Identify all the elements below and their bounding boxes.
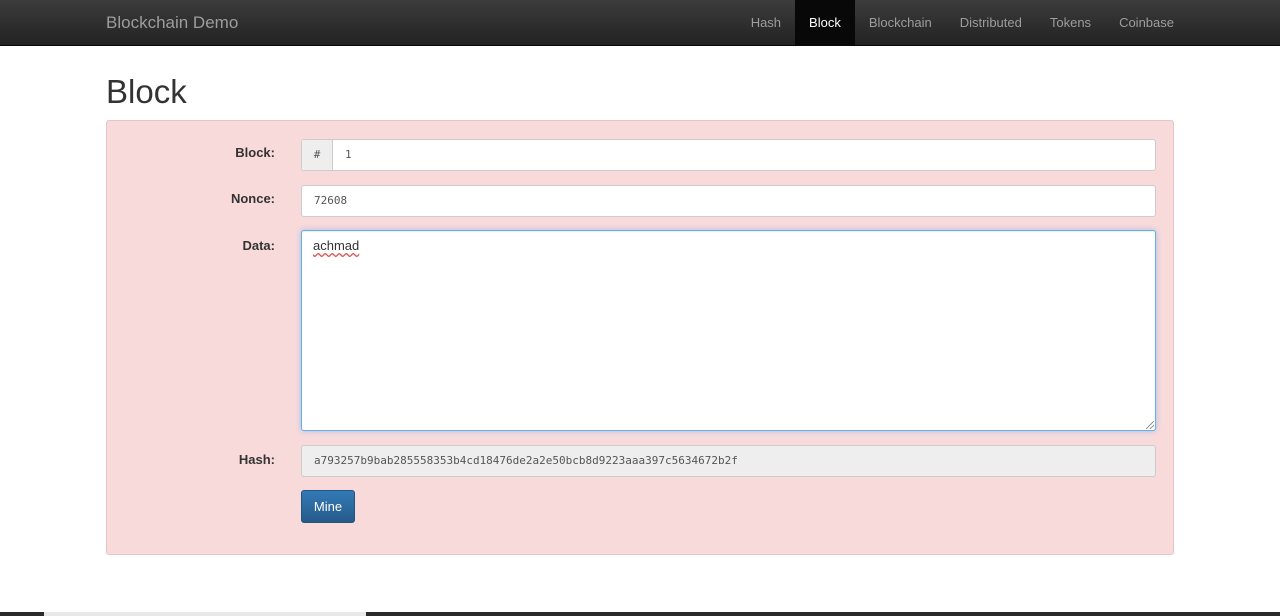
page-title: Block: [106, 73, 187, 110]
hash-label: Hash:: [238, 452, 275, 467]
data-text: achmad: [313, 238, 360, 253]
navbar-menu: Hash Block Blockchain Distributed Tokens…: [737, 0, 1188, 46]
mine-button[interactable]: Mine: [301, 490, 355, 523]
block-number-value: 1: [345, 148, 352, 161]
data-textarea[interactable]: achmad: [301, 230, 1156, 431]
block-panel: Block: # 1 Nonce: 72608 Data: achmad Has…: [106, 120, 1174, 555]
hash-value: a793257b9bab285558353b4cd18476de2a2e50bc…: [314, 454, 738, 467]
block-number-field[interactable]: # 1: [301, 139, 1156, 171]
navbar-brand[interactable]: Blockchain Demo: [106, 0, 238, 46]
nav-item-coinbase[interactable]: Coinbase: [1105, 0, 1188, 46]
nav-item-blockchain[interactable]: Blockchain: [855, 0, 946, 46]
nav-item-block[interactable]: Block: [795, 0, 855, 46]
nav-item-hash[interactable]: Hash: [737, 0, 795, 46]
bottom-taskbar-edge: [0, 612, 1280, 616]
nonce-label: Nonce:: [230, 191, 275, 206]
top-navbar: Blockchain Demo Hash Block Blockchain Di…: [0, 0, 1280, 46]
data-label: Data:: [242, 238, 275, 253]
nav-item-tokens[interactable]: Tokens: [1036, 0, 1105, 46]
nav-item-distributed[interactable]: Distributed: [946, 0, 1036, 46]
nonce-field[interactable]: 72608: [301, 185, 1156, 217]
block-hash-addon: #: [302, 140, 333, 170]
hash-field: a793257b9bab285558353b4cd18476de2a2e50bc…: [301, 445, 1156, 477]
nonce-value: 72608: [314, 194, 348, 207]
resize-handle-icon[interactable]: [1146, 421, 1154, 429]
block-label: Block:: [235, 145, 275, 160]
